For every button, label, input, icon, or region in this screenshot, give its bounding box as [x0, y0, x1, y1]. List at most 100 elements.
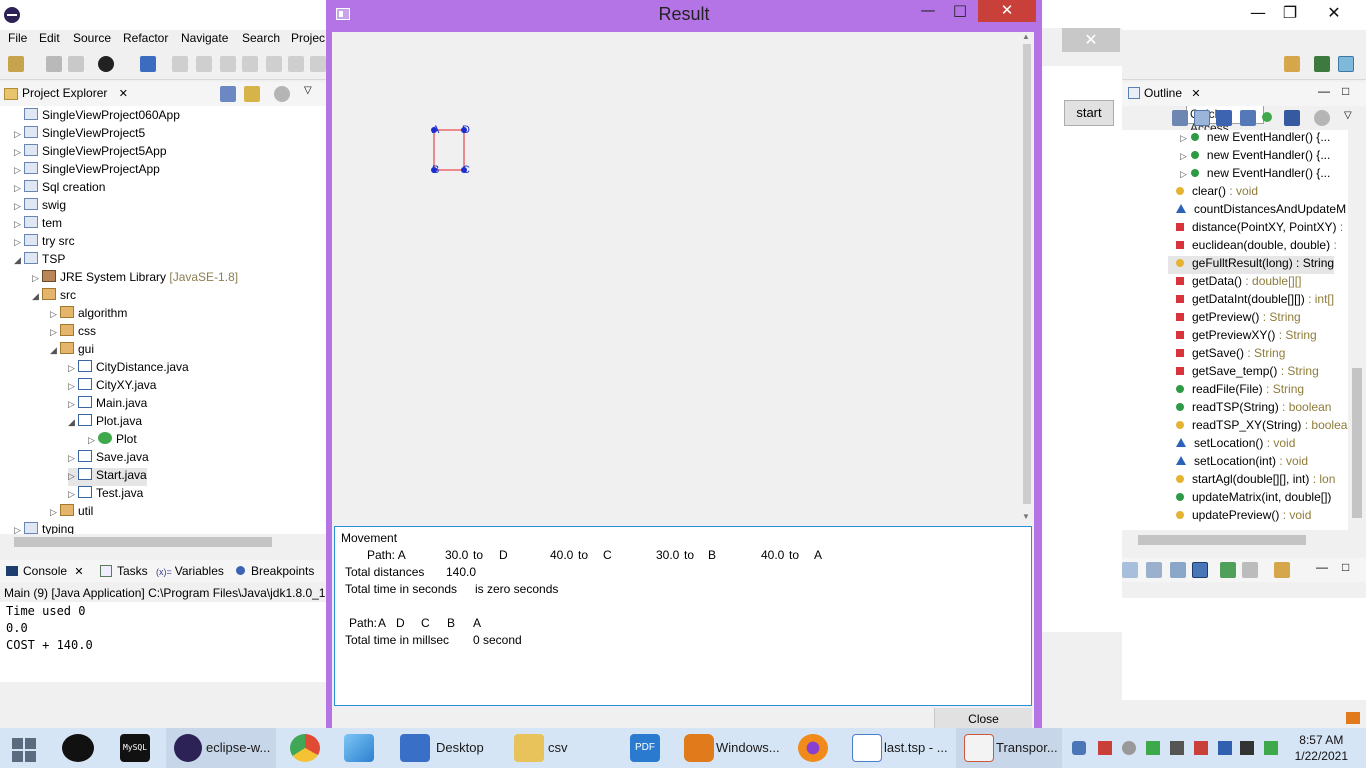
plot-vscrollbar[interactable]: ▲ ▼	[1020, 32, 1034, 524]
console-output[interactable]: Time used 0 0.0 COST + 140.0	[0, 602, 326, 682]
scroll-thumb[interactable]	[1352, 368, 1362, 518]
update-icon[interactable]	[1264, 741, 1278, 755]
tree-item[interactable]: ◢ gui	[50, 342, 94, 360]
outline-item[interactable]: distance(PointXY, PointXY) :	[1176, 220, 1343, 238]
open-view-icon[interactable]	[1274, 562, 1290, 578]
scroll-thumb[interactable]	[1023, 44, 1031, 504]
outline-item[interactable]: startAgl(double[][], int) : lon	[1176, 472, 1335, 490]
scroll-thumb[interactable]	[14, 537, 272, 547]
outline-item[interactable]: getPreviewXY() : String	[1176, 328, 1317, 346]
open-console-icon[interactable]	[1170, 562, 1186, 578]
outline-vscrollbar[interactable]	[1348, 130, 1366, 532]
minimize-icon[interactable]: —	[916, 0, 940, 22]
filters-icon[interactable]	[274, 86, 290, 102]
taskbar-app-firefox[interactable]	[790, 728, 838, 768]
tree-item[interactable]: ▷ algorithm	[50, 306, 127, 324]
tree-item[interactable]: ▷ Save.java	[68, 450, 149, 468]
taskbar-app-camera[interactable]	[56, 728, 100, 768]
tree-item[interactable]: ▷ Plot	[88, 432, 137, 450]
disconnect-icon[interactable]	[242, 56, 258, 72]
outline-item[interactable]: getData() : double[][]	[1176, 274, 1301, 292]
taskbar-app-csv[interactable]: csv	[506, 728, 618, 768]
skip-breakpoints-icon[interactable]	[140, 56, 156, 72]
settings-icon[interactable]	[1122, 741, 1136, 755]
outline-item[interactable]: getSave_temp() : String	[1176, 364, 1319, 382]
tree-item[interactable]: ◢ TSP	[14, 252, 65, 270]
collapse-all-icon[interactable]	[220, 86, 236, 102]
tab-tasks[interactable]: Tasks	[100, 564, 148, 578]
pin-icon[interactable]	[1122, 562, 1138, 578]
taskbar-app-windows[interactable]: Windows...	[676, 728, 784, 768]
collapse-all-icon[interactable]	[1172, 110, 1188, 126]
view-menu-icon[interactable]: ▽	[304, 85, 312, 96]
tree-item[interactable]: ▷ swig	[14, 198, 66, 216]
battery-icon[interactable]	[1170, 741, 1184, 755]
menu-refactor[interactable]: Refactor	[123, 31, 168, 45]
outline-item[interactable]: readTSP_XY(String) : boolea	[1176, 418, 1347, 436]
save-all-icon[interactable]	[68, 56, 84, 72]
new-console-icon[interactable]	[1220, 562, 1236, 578]
tree-item[interactable]: ▷ CityDistance.java	[68, 360, 189, 378]
taskbar-app-eclipse[interactable]: eclipse-w...	[166, 728, 276, 768]
scroll-up-icon[interactable]: ▲	[1022, 32, 1030, 41]
taskbar-app-java[interactable]: Transpor...	[956, 728, 1062, 768]
tree-item[interactable]: ▷ JRE System Library [JavaSE-1.8]	[32, 270, 238, 288]
outline-item[interactable]: updateMatrix(int, double[])	[1176, 490, 1331, 508]
tab-console[interactable]: Console ✕	[6, 564, 84, 578]
view-menu-icon[interactable]: ▽	[1344, 110, 1352, 121]
tree-item[interactable]: ▷ Start.java	[68, 468, 147, 486]
suspend-icon[interactable]	[196, 56, 212, 72]
maximize-icon[interactable]: □	[1342, 84, 1349, 98]
menu-edit[interactable]: Edit	[39, 31, 60, 45]
menu-search[interactable]: Search	[242, 31, 280, 45]
tree-item[interactable]: ▷ Sql creation	[14, 180, 105, 198]
tree-item[interactable]: ▷ util	[50, 504, 93, 522]
menu-project[interactable]: Projec	[291, 31, 325, 45]
hide-local-types-icon[interactable]	[1284, 110, 1300, 126]
outline-item[interactable]: euclidean(double, double) :	[1176, 238, 1337, 256]
tab-variables[interactable]: (x)= Variables	[156, 564, 224, 578]
outline-item[interactable]: ▷ new EventHandler() {...	[1180, 148, 1330, 166]
tree-item[interactable]: ▷ SingleViewProjectApp	[14, 162, 160, 180]
maximize-icon[interactable]: □	[946, 0, 974, 22]
taskbar-app-notepad[interactable]: last.tsp - ...	[844, 728, 952, 768]
hide-nonpublic-icon[interactable]	[1262, 112, 1272, 122]
step-return-icon[interactable]	[310, 56, 326, 72]
tree-item[interactable]: ▷ try src	[14, 234, 75, 252]
step-over-icon[interactable]	[288, 56, 304, 72]
resume-icon[interactable]	[172, 56, 188, 72]
start-window-close-icon[interactable]: ✕	[1062, 28, 1120, 52]
tree-item[interactable]: ▷ css	[50, 324, 96, 342]
clock[interactable]: 8:57 AM 1/22/2021	[1295, 732, 1348, 764]
project-explorer-hscrollbar[interactable]	[0, 534, 326, 550]
hide-fields-icon[interactable]	[1216, 110, 1232, 126]
tree-item[interactable]: ▷ CityXY.java	[68, 378, 156, 396]
tree-item[interactable]: ▷ SingleViewProject5	[14, 126, 145, 144]
scroll-thumb[interactable]	[1138, 535, 1306, 545]
result-titlebar[interactable]: Result — □ ✕	[326, 0, 1042, 30]
taskbar-app-desktop[interactable]: Desktop	[392, 728, 500, 768]
close-icon[interactable]: ✕	[74, 566, 83, 578]
minimize-icon[interactable]: —	[1316, 560, 1328, 574]
filters-icon[interactable]	[1314, 110, 1330, 126]
outline-item[interactable]: updatePreview() : void	[1176, 508, 1311, 526]
outline-tab[interactable]: Outline ✕	[1128, 86, 1201, 100]
tree-item[interactable]: ◢ Plot.java	[68, 414, 142, 432]
console-hscrollbar[interactable]	[0, 682, 326, 698]
outline-item[interactable]: setLocation(int) : void	[1176, 454, 1308, 472]
tree-item[interactable]: ▷ Main.java	[68, 396, 147, 414]
hide-static-icon[interactable]	[1240, 110, 1256, 126]
taskbar-app-mysql[interactable]: MySQL	[112, 728, 158, 768]
close-icon[interactable]: ✕	[1191, 88, 1200, 100]
wifi-off-icon[interactable]	[1194, 741, 1208, 755]
taskbar-app-chrome[interactable]	[282, 728, 328, 768]
start-menu-icon[interactable]	[8, 734, 40, 762]
close-icon[interactable]: ✕	[119, 88, 128, 100]
network-alert-icon[interactable]	[1098, 741, 1112, 755]
maximize-icon[interactable]: □	[1342, 560, 1349, 574]
menu-source[interactable]: Source	[73, 31, 111, 45]
bluetooth-icon[interactable]	[1218, 741, 1232, 755]
tree-item[interactable]: ▷ Test.java	[68, 486, 143, 504]
outline-item[interactable]: ▷ new EventHandler() {...	[1180, 130, 1330, 148]
new-icon[interactable]	[8, 56, 24, 72]
